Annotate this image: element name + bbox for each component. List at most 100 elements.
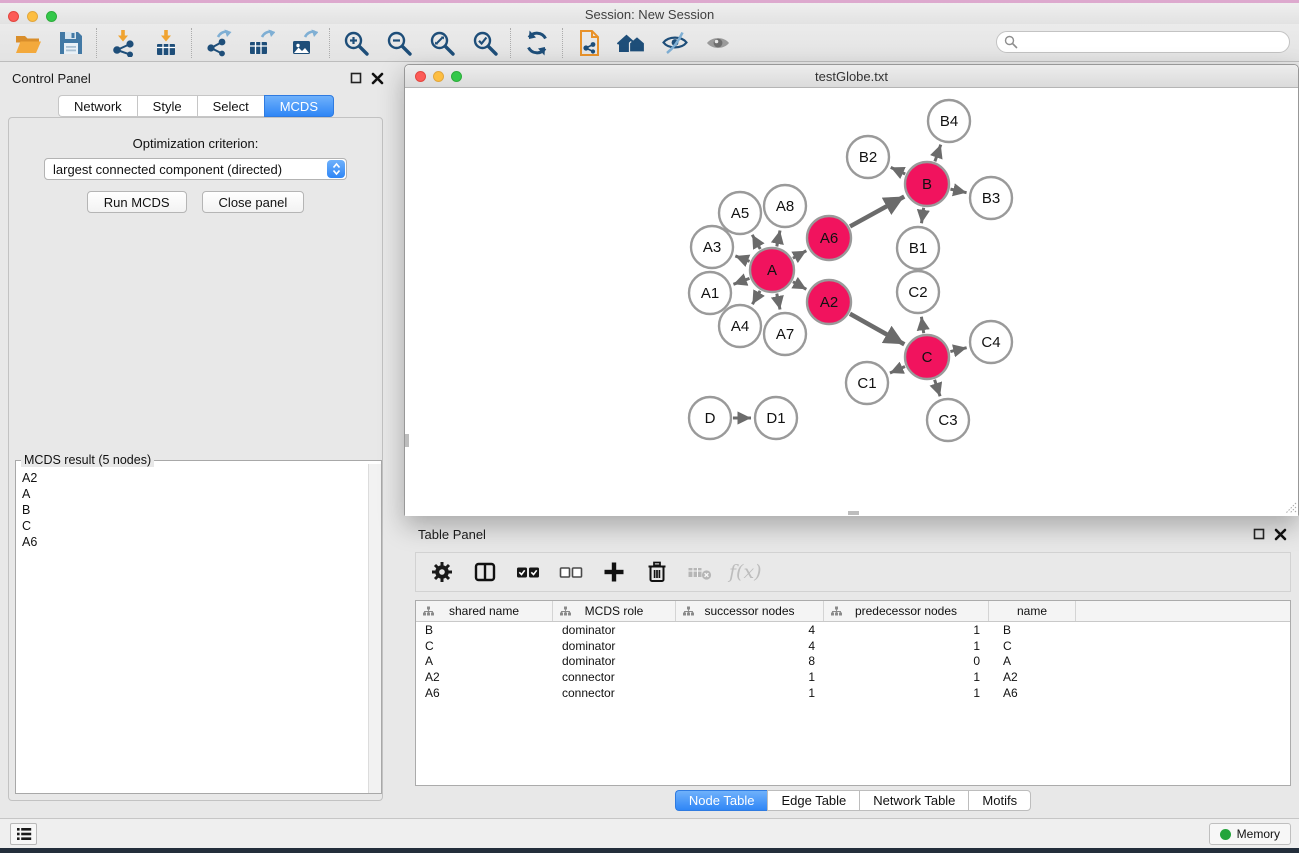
- export-table-icon[interactable]: [239, 26, 282, 60]
- edge-A-A8[interactable]: [777, 230, 780, 246]
- node-C2[interactable]: C2: [897, 271, 939, 313]
- tab-mcds[interactable]: MCDS: [264, 95, 334, 117]
- zoom-fit-icon[interactable]: [420, 26, 463, 60]
- result-item[interactable]: A2: [22, 470, 368, 486]
- node-C[interactable]: C: [905, 335, 949, 379]
- tab-network[interactable]: Network: [58, 95, 137, 117]
- home-icon[interactable]: [610, 26, 653, 60]
- result-item[interactable]: A: [22, 486, 368, 502]
- result-item[interactable]: C: [22, 518, 368, 534]
- select-all-icon[interactable]: [514, 558, 542, 586]
- delete-row-trash-icon[interactable]: [643, 558, 671, 586]
- edge-A2-C[interactable]: [850, 314, 904, 345]
- edge-A-A4[interactable]: [752, 291, 760, 304]
- node-C1[interactable]: C1: [846, 362, 888, 404]
- columns-icon[interactable]: [471, 558, 499, 586]
- float-table-panel-icon[interactable]: [1253, 528, 1266, 541]
- node-B2[interactable]: B2: [847, 136, 889, 178]
- table-row[interactable]: Bdominator41B: [416, 622, 1290, 638]
- node-A7[interactable]: A7: [764, 313, 806, 355]
- delete-table-icon[interactable]: [686, 558, 714, 586]
- horizontal-scroll-thumb[interactable]: [848, 511, 859, 515]
- memory-button[interactable]: Memory: [1209, 823, 1291, 845]
- node-B1[interactable]: B1: [897, 227, 939, 269]
- network-graph[interactable]: B4B2BB3A8A5A6A3B1AA1C2A2A4A7C4CC1DD1C3: [405, 89, 1298, 516]
- tab-node-table[interactable]: Node Table: [675, 790, 768, 811]
- column-header-successor-nodes[interactable]: successor nodes: [676, 601, 824, 621]
- edge-B-B1[interactable]: [921, 208, 923, 223]
- table-row[interactable]: A6connector11A6: [416, 685, 1290, 701]
- edge-C-C4[interactable]: [950, 348, 966, 352]
- node-D1[interactable]: D1: [755, 397, 797, 439]
- column-header-MCDS-role[interactable]: MCDS role: [553, 601, 676, 621]
- import-table-icon[interactable]: [144, 26, 187, 60]
- close-table-panel-icon[interactable]: [1274, 528, 1287, 541]
- edge-B-B2[interactable]: [891, 167, 905, 174]
- table-row[interactable]: Cdominator41C: [416, 638, 1290, 654]
- table-row[interactable]: A2connector11A2: [416, 669, 1290, 685]
- node-A4[interactable]: A4: [719, 305, 761, 347]
- tab-edge-table[interactable]: Edge Table: [767, 790, 859, 811]
- zoom-selected-icon[interactable]: [463, 26, 506, 60]
- edge-A-A5[interactable]: [752, 235, 760, 249]
- node-A5[interactable]: A5: [719, 192, 761, 234]
- node-A3[interactable]: A3: [691, 226, 733, 268]
- criterion-dropdown[interactable]: largest connected component (directed): [44, 158, 347, 180]
- node-B[interactable]: B: [905, 162, 949, 206]
- node-C3[interactable]: C3: [927, 399, 969, 441]
- tab-select[interactable]: Select: [197, 95, 264, 117]
- edge-C-C3[interactable]: [935, 380, 941, 397]
- edge-A6-B[interactable]: [850, 197, 904, 227]
- node-A8[interactable]: A8: [764, 185, 806, 227]
- add-row-icon[interactable]: [600, 558, 628, 586]
- run-mcds-button[interactable]: Run MCDS: [87, 191, 187, 213]
- result-scrollbar[interactable]: [368, 464, 381, 793]
- close-panel-icon[interactable]: [371, 72, 384, 85]
- vertical-scroll-thumb[interactable]: [405, 434, 409, 447]
- zoom-out-icon[interactable]: [377, 26, 420, 60]
- node-B3[interactable]: B3: [970, 177, 1012, 219]
- refresh-icon[interactable]: [515, 26, 558, 60]
- function-builder-icon[interactable]: f(x): [729, 558, 762, 586]
- close-panel-button[interactable]: Close panel: [202, 191, 305, 213]
- edge-B-B4[interactable]: [935, 145, 941, 162]
- export-image-icon[interactable]: [282, 26, 325, 60]
- settings-gear-icon[interactable]: [428, 558, 456, 586]
- edge-A-A2[interactable]: [793, 282, 806, 290]
- node-A1[interactable]: A1: [689, 272, 731, 314]
- table-row[interactable]: Adominator80A: [416, 654, 1290, 670]
- column-header-shared-name[interactable]: shared name: [416, 601, 553, 621]
- resize-grip[interactable]: [1284, 501, 1297, 514]
- search-text-field[interactable]: [1018, 35, 1289, 49]
- import-network-icon[interactable]: [101, 26, 144, 60]
- column-header-name[interactable]: name: [989, 601, 1076, 621]
- network-window-titlebar[interactable]: testGlobe.txt: [405, 65, 1298, 88]
- node-B4[interactable]: B4: [928, 100, 970, 142]
- node-D[interactable]: D: [689, 397, 731, 439]
- main-titlebar[interactable]: Session: New Session: [0, 3, 1299, 24]
- task-list-button[interactable]: [10, 823, 37, 845]
- node-A6[interactable]: A6: [807, 216, 851, 260]
- tab-network-table[interactable]: Network Table: [859, 790, 968, 811]
- network-canvas[interactable]: B4B2BB3A8A5A6A3B1AA1C2A2A4A7C4CC1DD1C3: [405, 89, 1298, 516]
- network-file-icon[interactable]: [567, 26, 610, 60]
- tab-style[interactable]: Style: [137, 95, 197, 117]
- result-item[interactable]: B: [22, 502, 368, 518]
- edge-A-A6[interactable]: [793, 251, 806, 259]
- edge-B-B3[interactable]: [950, 189, 966, 193]
- column-header-predecessor-nodes[interactable]: predecessor nodes: [824, 601, 989, 621]
- edge-C-C1[interactable]: [890, 367, 905, 374]
- search-input[interactable]: [996, 31, 1290, 53]
- node-A[interactable]: A: [750, 248, 794, 292]
- mcds-result-list[interactable]: A2ABCA6: [16, 464, 368, 793]
- export-network-icon[interactable]: [196, 26, 239, 60]
- deselect-all-icon[interactable]: [557, 558, 585, 586]
- edge-A-A7[interactable]: [777, 294, 780, 310]
- zoom-in-icon[interactable]: [334, 26, 377, 60]
- edge-A-A1[interactable]: [733, 278, 749, 284]
- result-item[interactable]: A6: [22, 534, 368, 550]
- tab-motifs[interactable]: Motifs: [968, 790, 1031, 811]
- node-C4[interactable]: C4: [970, 321, 1012, 363]
- edge-C-C2[interactable]: [921, 317, 923, 333]
- save-icon[interactable]: [49, 26, 92, 60]
